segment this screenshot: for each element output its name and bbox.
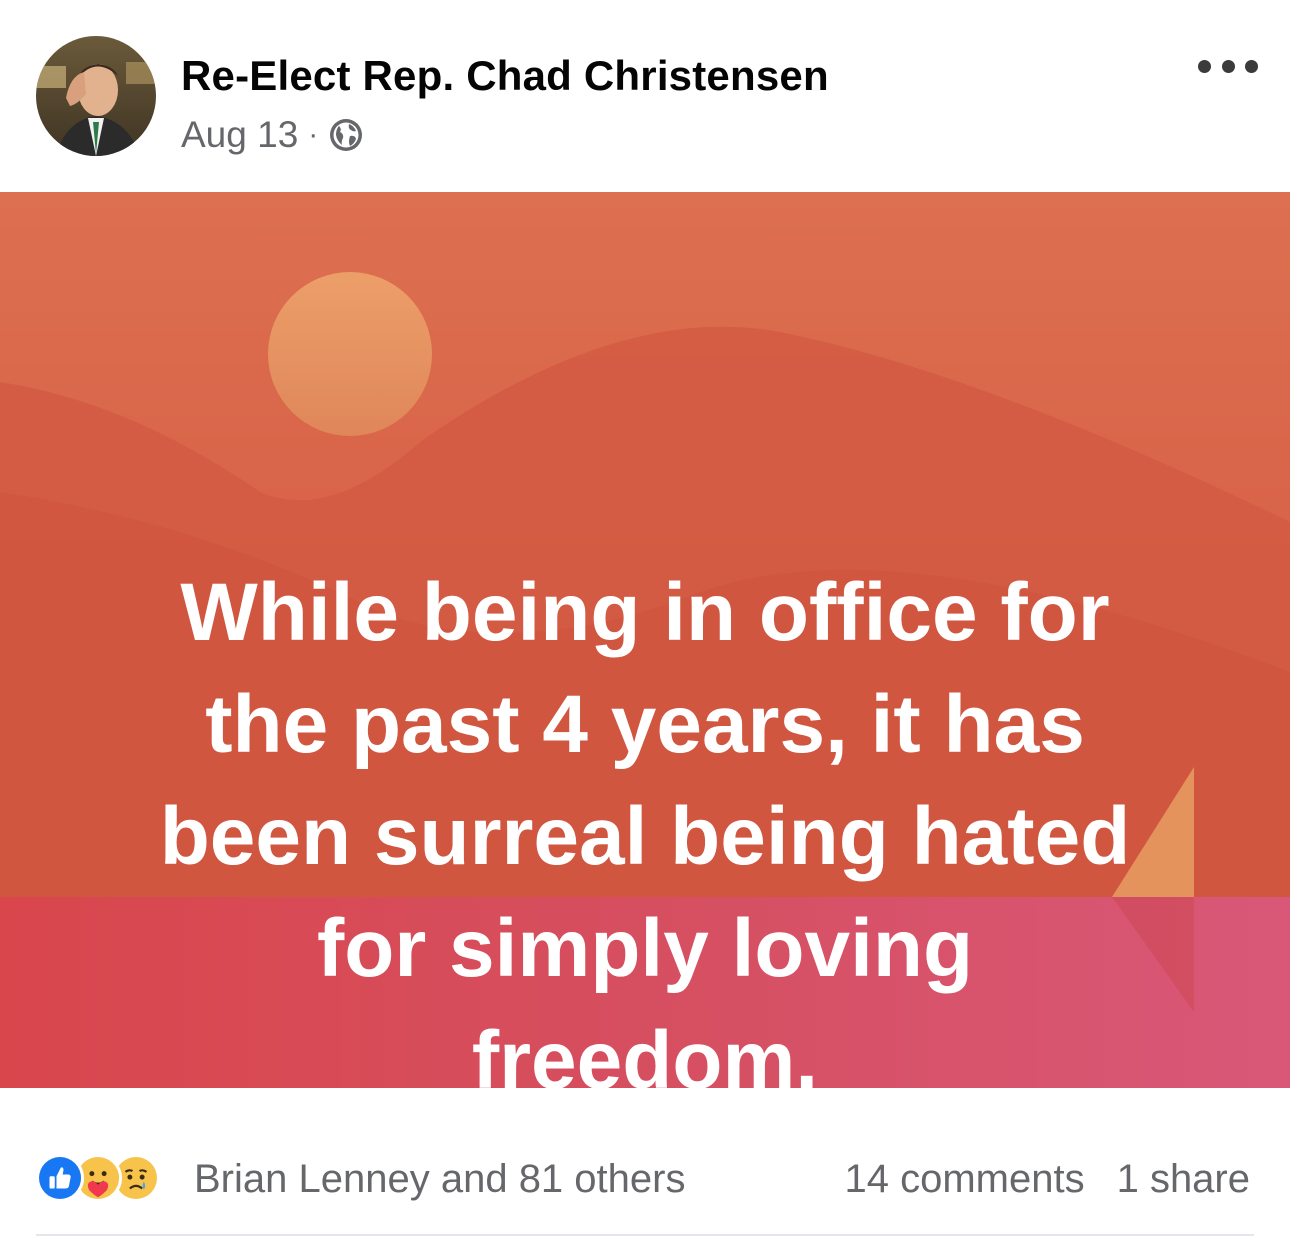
post-footer: Brian Lenney and 81 others 14 comments 1… (0, 1088, 1290, 1255)
post-meta: Aug 13 · (181, 114, 364, 156)
reaction-icons[interactable] (36, 1154, 160, 1202)
shares-count[interactable]: 1 share (1117, 1157, 1250, 1202)
quote-line: While being in office for (180, 567, 1110, 658)
author-name[interactable]: Re-Elect Rep. Chad Christensen (181, 52, 829, 100)
quote-line: been surreal being hated (159, 791, 1131, 882)
post-header: Re-Elect Rep. Chad Christensen Aug 13 · (0, 0, 1290, 192)
post-date[interactable]: Aug 13 (181, 114, 298, 156)
meta-separator: · (308, 118, 319, 151)
author-avatar[interactable] (36, 36, 156, 156)
post-quote-text: While being in office for the past 4 yea… (60, 557, 1230, 1088)
quote-line: freedom. (471, 1015, 819, 1088)
facebook-post: Re-Elect Rep. Chad Christensen Aug 13 · (0, 0, 1290, 1255)
comments-count[interactable]: 14 comments (844, 1157, 1084, 1202)
more-options-icon[interactable] (1198, 52, 1258, 80)
reactions-summary[interactable]: Brian Lenney and 81 others (194, 1157, 685, 1202)
post-image-card[interactable]: While being in office for the past 4 yea… (0, 192, 1290, 1088)
quote-line: the past 4 years, it has (205, 679, 1085, 770)
footer-divider (36, 1234, 1254, 1236)
quote-line: for simply loving (316, 903, 974, 994)
like-icon (36, 1154, 84, 1202)
globe-icon (328, 117, 364, 153)
engagement-counts: 14 comments 1 share (844, 1157, 1250, 1202)
